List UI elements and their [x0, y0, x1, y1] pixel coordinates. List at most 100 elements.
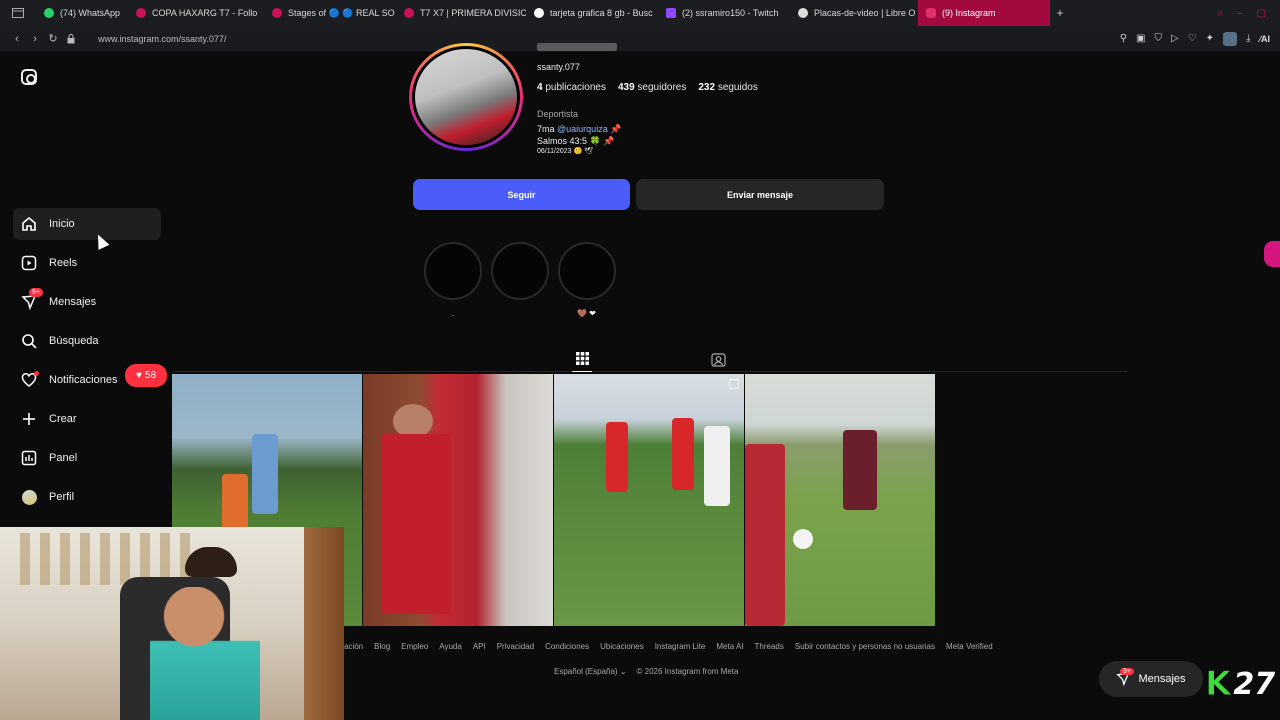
- download-icon[interactable]: ⤓: [1246, 33, 1250, 44]
- reload-icon[interactable]: ↻: [44, 26, 62, 52]
- profile-bio-line: Salmos 43:5 🍀 📌: [537, 136, 615, 146]
- post-thumbnail[interactable]: [745, 374, 935, 626]
- sidebar-item-label: Mensajes: [49, 296, 97, 308]
- footer-bottom: Español (España) ⌄ © 2026 Instagram from…: [554, 667, 738, 676]
- browser-tab[interactable]: Placas-de-video | Libre O: [790, 0, 918, 26]
- footer-link[interactable]: Threads: [755, 642, 784, 651]
- profile-bio-line: 7ma @uaiurquiza 📌: [537, 124, 622, 134]
- stat-posts[interactable]: 4 publicaciones: [537, 82, 606, 93]
- footer-link[interactable]: Ubicaciones: [600, 642, 644, 651]
- screenshot-icon[interactable]: ▣: [1136, 33, 1145, 44]
- stat-followers[interactable]: 439 seguidores: [618, 82, 686, 93]
- floating-extension-badge[interactable]: [1264, 241, 1280, 267]
- shield-icon[interactable]: ⛉: [1155, 33, 1163, 44]
- footer-links: ación Blog Empleo Ayuda API Privacidad C…: [344, 642, 993, 651]
- send-message-button[interactable]: Enviar mensaje: [636, 179, 884, 210]
- search-tabs-icon[interactable]: ⌕: [1217, 8, 1223, 19]
- sidebar-item-busqueda[interactable]: Búsqueda: [13, 325, 161, 357]
- story-highlight[interactable]: [558, 242, 616, 300]
- footer-link[interactable]: Privacidad: [497, 642, 534, 651]
- profile-avatar-icon[interactable]: [1223, 31, 1238, 46]
- webcam-overlay: [0, 527, 344, 720]
- sidebar-item-crear[interactable]: Crear: [13, 403, 161, 435]
- sidebar-item-perfil[interactable]: Perfil: [13, 481, 161, 513]
- tab-favicon-icon: [136, 8, 147, 18]
- footer-link[interactable]: Blog: [374, 642, 390, 651]
- address-bar: ‹ › ↻ www.instagram.com/ssanty.077/ ⚲ ▣ …: [0, 26, 1280, 52]
- footer-link[interactable]: Empleo: [401, 642, 428, 651]
- footer-link[interactable]: Instagram Lite: [655, 642, 706, 651]
- post-thumbnail[interactable]: [554, 374, 744, 626]
- browser-tab[interactable]: Stages of 🔵 🔵 REAL SO: [264, 0, 396, 26]
- sidebar-item-reels[interactable]: Reels: [13, 247, 161, 279]
- heart-icon[interactable]: ♡: [1188, 33, 1197, 44]
- tab-favicon-icon: [272, 8, 283, 18]
- browser-tab-active[interactable]: (9) Instagram: [918, 0, 1051, 26]
- pin-icon[interactable]: ⚲: [1120, 33, 1127, 44]
- pin-icon: 📌: [610, 124, 622, 134]
- footer-link[interactable]: Meta AI: [716, 642, 743, 651]
- follow-button[interactable]: Seguir: [413, 179, 630, 210]
- sidebar-item-label: Reels: [49, 257, 78, 269]
- panel-icon: [21, 450, 37, 466]
- browser-tab[interactable]: tarjeta grafica 8 gb - Busc: [526, 0, 658, 26]
- forward-icon[interactable]: ›: [26, 26, 44, 52]
- highlight-label: .: [452, 309, 455, 318]
- lock-icon: [62, 26, 80, 52]
- profile-category: Deportista: [537, 109, 579, 119]
- tab-menu-icon[interactable]: [0, 0, 36, 26]
- footer-link[interactable]: Condiciones: [545, 642, 589, 651]
- instagram-logo-icon[interactable]: [21, 69, 37, 85]
- sidebar-item-label: Crear: [49, 413, 77, 425]
- profile-avatar-icon: [21, 489, 37, 505]
- minimize-icon[interactable]: –: [1237, 8, 1243, 19]
- posts-grid-tab-icon[interactable]: [572, 346, 592, 372]
- language-select[interactable]: Español (España) ⌄: [554, 667, 627, 676]
- address-bar-tools: ⚲ ▣ ⛉ ▷ ♡ ✦ ⤓ ⁄AI: [1120, 31, 1280, 46]
- new-tab-icon[interactable]: +: [1050, 0, 1070, 26]
- profile-stats: 4 publicaciones 439 seguidores 232 segui…: [537, 82, 758, 93]
- copyright: © 2026 Instagram from Meta: [636, 667, 739, 676]
- browser-tab-bar: (74) WhatsApp COPA HAXARG T7 - Follo Sta…: [0, 0, 1280, 26]
- extensions-icon[interactable]: ✦: [1206, 33, 1214, 44]
- sidebar-item-panel[interactable]: Panel: [13, 442, 161, 474]
- tagged-tab-icon[interactable]: [708, 346, 728, 372]
- footer-link[interactable]: Subir contactos y personas no usuarias: [795, 642, 935, 651]
- sidebar-item-label: Búsqueda: [49, 335, 99, 347]
- notifications-count-pill[interactable]: ♥ 58: [125, 364, 167, 387]
- browser-tab[interactable]: COPA HAXARG T7 - Follo: [128, 0, 264, 26]
- tab-favicon-icon: [798, 8, 809, 18]
- browser-tab[interactable]: (74) WhatsApp: [36, 0, 128, 26]
- ai-button[interactable]: ⁄AI: [1259, 34, 1270, 44]
- whatsapp-icon: [44, 8, 54, 18]
- footer-link[interactable]: Meta Verified: [946, 642, 993, 651]
- multi-photo-icon: [729, 379, 739, 389]
- back-icon[interactable]: ‹: [8, 26, 26, 52]
- floating-messages-button[interactable]: 9+ Mensajes: [1099, 661, 1203, 697]
- instagram-icon: [926, 8, 937, 18]
- heart-icon: [21, 371, 39, 388]
- twitch-icon: [666, 8, 677, 18]
- browser-tab[interactable]: (2) ssramiro150 - Twitch: [658, 0, 790, 26]
- chevron-down-icon: ⌄: [619, 667, 627, 676]
- footer-link[interactable]: API: [473, 642, 486, 651]
- sidebar-item-inicio[interactable]: Inicio: [13, 208, 161, 240]
- stat-following[interactable]: 232 seguidos: [698, 82, 758, 93]
- messages-badge: 9+: [29, 288, 43, 297]
- reels-icon: [21, 255, 37, 271]
- post-thumbnail[interactable]: [363, 374, 553, 626]
- url-field[interactable]: www.instagram.com/ssanty.077/: [98, 34, 226, 44]
- profile-avatar[interactable]: [409, 43, 523, 151]
- messages-icon: 9+: [21, 288, 43, 310]
- channel-logo: K 27: [1204, 664, 1276, 705]
- story-highlight[interactable]: [424, 242, 482, 300]
- browser-tab[interactable]: T7 X7 | PRIMERA DIVISIO: [396, 0, 526, 26]
- maximize-icon[interactable]: ▢: [1257, 8, 1266, 19]
- footer-link[interactable]: ación: [344, 642, 363, 651]
- story-highlight[interactable]: [491, 242, 549, 300]
- profile-photo: [415, 49, 517, 145]
- sidebar-item-mensajes[interactable]: 9+ Mensajes: [13, 286, 161, 318]
- play-icon[interactable]: ▷: [1171, 33, 1179, 44]
- footer-link[interactable]: Ayuda: [439, 642, 462, 651]
- bio-mention-link[interactable]: @uaiurquiza: [557, 124, 608, 134]
